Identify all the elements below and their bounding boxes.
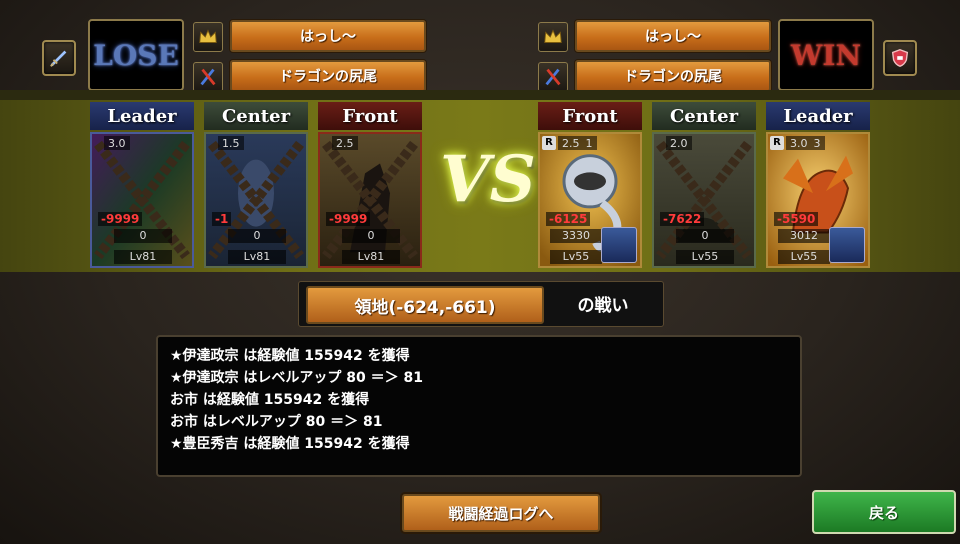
- card-level: Lv55: [676, 250, 734, 264]
- left-front-card[interactable]: Front 2.5 -9999 0 Lv81: [318, 102, 422, 270]
- card-position: Center: [204, 102, 308, 130]
- card-frame: 1.5 -1 0 Lv81: [204, 132, 308, 268]
- sub-value: 1: [585, 136, 593, 150]
- card-frame: R 3.0 3 -5590 3012 Lv55: [766, 132, 870, 268]
- back-button[interactable]: 戻る: [812, 490, 956, 534]
- damage-value: -6125: [546, 212, 591, 226]
- rarity-badge: R: [542, 136, 556, 150]
- right-center-card[interactable]: Center 2.0 -7622 0 Lv55: [652, 102, 756, 270]
- shield-badge[interactable]: [883, 40, 917, 76]
- battle-result-log[interactable]: ★伊達政宗 は経験値 155942 を獲得 ★伊達政宗 はレベルアップ 80 ＝…: [156, 335, 802, 477]
- territory-label: 領地(-624,-661): [306, 286, 544, 324]
- battle-log-button[interactable]: 戦闘経過ログへ: [402, 494, 600, 532]
- sword-icon: [50, 50, 67, 67]
- crown-icon: [193, 22, 223, 52]
- damage-value: -9999: [326, 212, 371, 226]
- troop-count: 0: [676, 229, 734, 243]
- log-line: ★伊達政宗 は経験値 155942 を獲得: [170, 348, 410, 364]
- damage-value: -5590: [774, 212, 819, 226]
- cost-value: 2.5: [562, 136, 580, 150]
- card-position: Center: [652, 102, 756, 130]
- band-divider: [0, 90, 960, 100]
- log-line: お市 は経験値 155942 を獲得: [170, 392, 370, 408]
- card-level: Lv81: [228, 250, 286, 264]
- card-cost: 3.0: [104, 136, 130, 150]
- card-position: Front: [538, 102, 642, 130]
- card-frame: R 2.5 1 -6125 3330 Lv55: [538, 132, 642, 268]
- right-team-name: ドラゴンの尻尾: [575, 60, 771, 92]
- chains-x-icon: [94, 140, 190, 260]
- crossed-swords-icon: [193, 62, 223, 92]
- chains-x-icon: [322, 140, 418, 260]
- battle-suffix: の戦い: [577, 295, 629, 316]
- troop-count: 0: [228, 229, 286, 243]
- sword-badge[interactable]: [42, 40, 76, 76]
- card-level: Lv81: [114, 250, 172, 264]
- card-level: Lv55: [778, 250, 830, 264]
- right-player-name: はっし～: [575, 20, 771, 52]
- card-position: Leader: [766, 102, 870, 130]
- left-team-name: ドラゴンの尻尾: [230, 60, 426, 92]
- damage-value: -1: [212, 212, 232, 226]
- right-front-card[interactable]: Front R 2.5 1 -6125 3330 Lv55: [538, 102, 642, 270]
- card-level: Lv81: [342, 250, 400, 264]
- wolf-emblem-icon: [829, 227, 865, 263]
- crossed-swords-icon: [538, 62, 568, 92]
- card-frame: 2.5 -9999 0 Lv81: [318, 132, 422, 268]
- log-line: お市 はレベルアップ 80 ＝＞ 81: [170, 414, 383, 430]
- card-level: Lv55: [550, 250, 602, 264]
- troop-count: 0: [342, 229, 400, 243]
- sub-value: 3: [813, 136, 821, 150]
- damage-value: -9999: [98, 212, 143, 226]
- card-position: Leader: [90, 102, 194, 130]
- damage-value: -7622: [660, 212, 705, 226]
- card-cost: 2.0: [666, 136, 692, 150]
- troop-count: 3330: [550, 229, 602, 243]
- card-cost: 3.0 3: [786, 136, 825, 150]
- lose-label: LOSE: [88, 19, 184, 91]
- crown-icon: [538, 22, 568, 52]
- chains-x-icon: [656, 140, 752, 260]
- card-cost: 2.5 1: [558, 136, 597, 150]
- card-frame: 3.0 -9999 0 Lv81: [90, 132, 194, 268]
- log-line: ★豊臣秀吉 は経験値 155942 を獲得: [170, 436, 410, 452]
- shield-icon: [891, 49, 909, 67]
- wolf-emblem-icon: [601, 227, 637, 263]
- left-leader-card[interactable]: Leader 3.0 -9999 0 Lv81: [90, 102, 194, 270]
- left-player-name: はっし～: [230, 20, 426, 52]
- win-label: WIN: [778, 19, 874, 91]
- card-cost: 1.5: [218, 136, 244, 150]
- vs-emblem: VS: [440, 142, 536, 217]
- right-leader-card[interactable]: Leader R 3.0 3 -5590 3012 Lv55: [766, 102, 870, 270]
- card-frame: 2.0 -7622 0 Lv55: [652, 132, 756, 268]
- cost-value: 3.0: [790, 136, 808, 150]
- log-line: ★伊達政宗 はレベルアップ 80 ＝＞ 81: [170, 370, 424, 386]
- card-position: Front: [318, 102, 422, 130]
- troop-count: 0: [114, 229, 172, 243]
- rarity-badge: R: [770, 136, 784, 150]
- left-center-card[interactable]: Center 1.5 -1 0 Lv81: [204, 102, 308, 270]
- troop-count: 3012: [778, 229, 830, 243]
- chains-x-icon: [208, 140, 304, 260]
- card-cost: 2.5: [332, 136, 358, 150]
